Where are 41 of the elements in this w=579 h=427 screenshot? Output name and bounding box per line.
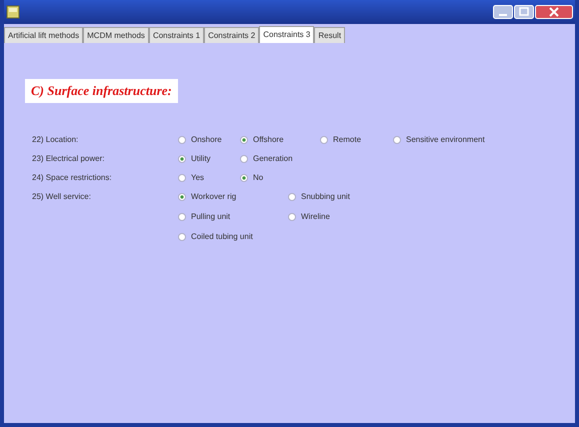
radio-button[interactable] [393, 136, 401, 144]
question-label: 25) Well service: [32, 191, 92, 203]
tab[interactable]: Artificial lift methods [4, 27, 84, 43]
radio-option[interactable]: Snubbing unit [288, 190, 350, 203]
radio-option[interactable]: Utility [178, 152, 240, 165]
tab[interactable]: Constraints 1 [148, 27, 204, 43]
radio-button[interactable] [178, 136, 186, 144]
radio-button[interactable] [178, 154, 186, 162]
radio-button[interactable] [320, 136, 328, 144]
radio-button[interactable] [288, 212, 296, 220]
radio-option[interactable]: Pulling unit [178, 210, 288, 223]
radio-option[interactable]: Wireline [288, 210, 350, 223]
question-label: 24) Space restrictions: [32, 172, 113, 184]
tab[interactable]: Constraints 2 [204, 27, 260, 43]
section-heading: C) Surface infrastructure: [25, 79, 178, 103]
tab[interactable]: MCDM methods [83, 27, 149, 43]
minimize-icon[interactable] [493, 5, 513, 19]
radio-option[interactable]: Sensitive environment [393, 133, 485, 146]
radio-button[interactable] [288, 192, 296, 200]
tab[interactable]: Result [314, 27, 346, 43]
radio-option[interactable]: No [240, 171, 320, 184]
radio-button[interactable] [240, 174, 248, 182]
radio-option[interactable]: Yes [178, 171, 240, 184]
radio-button[interactable] [178, 174, 186, 182]
radio-button[interactable] [240, 136, 248, 144]
radio-option[interactable]: Onshore [178, 133, 240, 146]
radio-option[interactable]: Generation [240, 152, 320, 165]
close-icon[interactable] [535, 5, 573, 19]
tab[interactable]: Constraints 3 [259, 26, 314, 43]
radio-option[interactable]: Workover rig [178, 190, 288, 203]
question-label: 22) Location: [32, 134, 80, 146]
radio-option[interactable]: Offshore [240, 133, 320, 146]
radio-option[interactable]: Remote [320, 133, 393, 146]
radio-button[interactable] [178, 232, 186, 240]
radio-button[interactable] [178, 212, 186, 220]
radio-option[interactable]: Coiled tubing unit [178, 230, 288, 243]
maximize-icon[interactable] [514, 5, 534, 19]
question-label: 23) Electrical power: [32, 153, 106, 165]
radio-button[interactable] [240, 154, 248, 162]
radio-button[interactable] [178, 192, 186, 200]
app-icon [6, 5, 20, 19]
